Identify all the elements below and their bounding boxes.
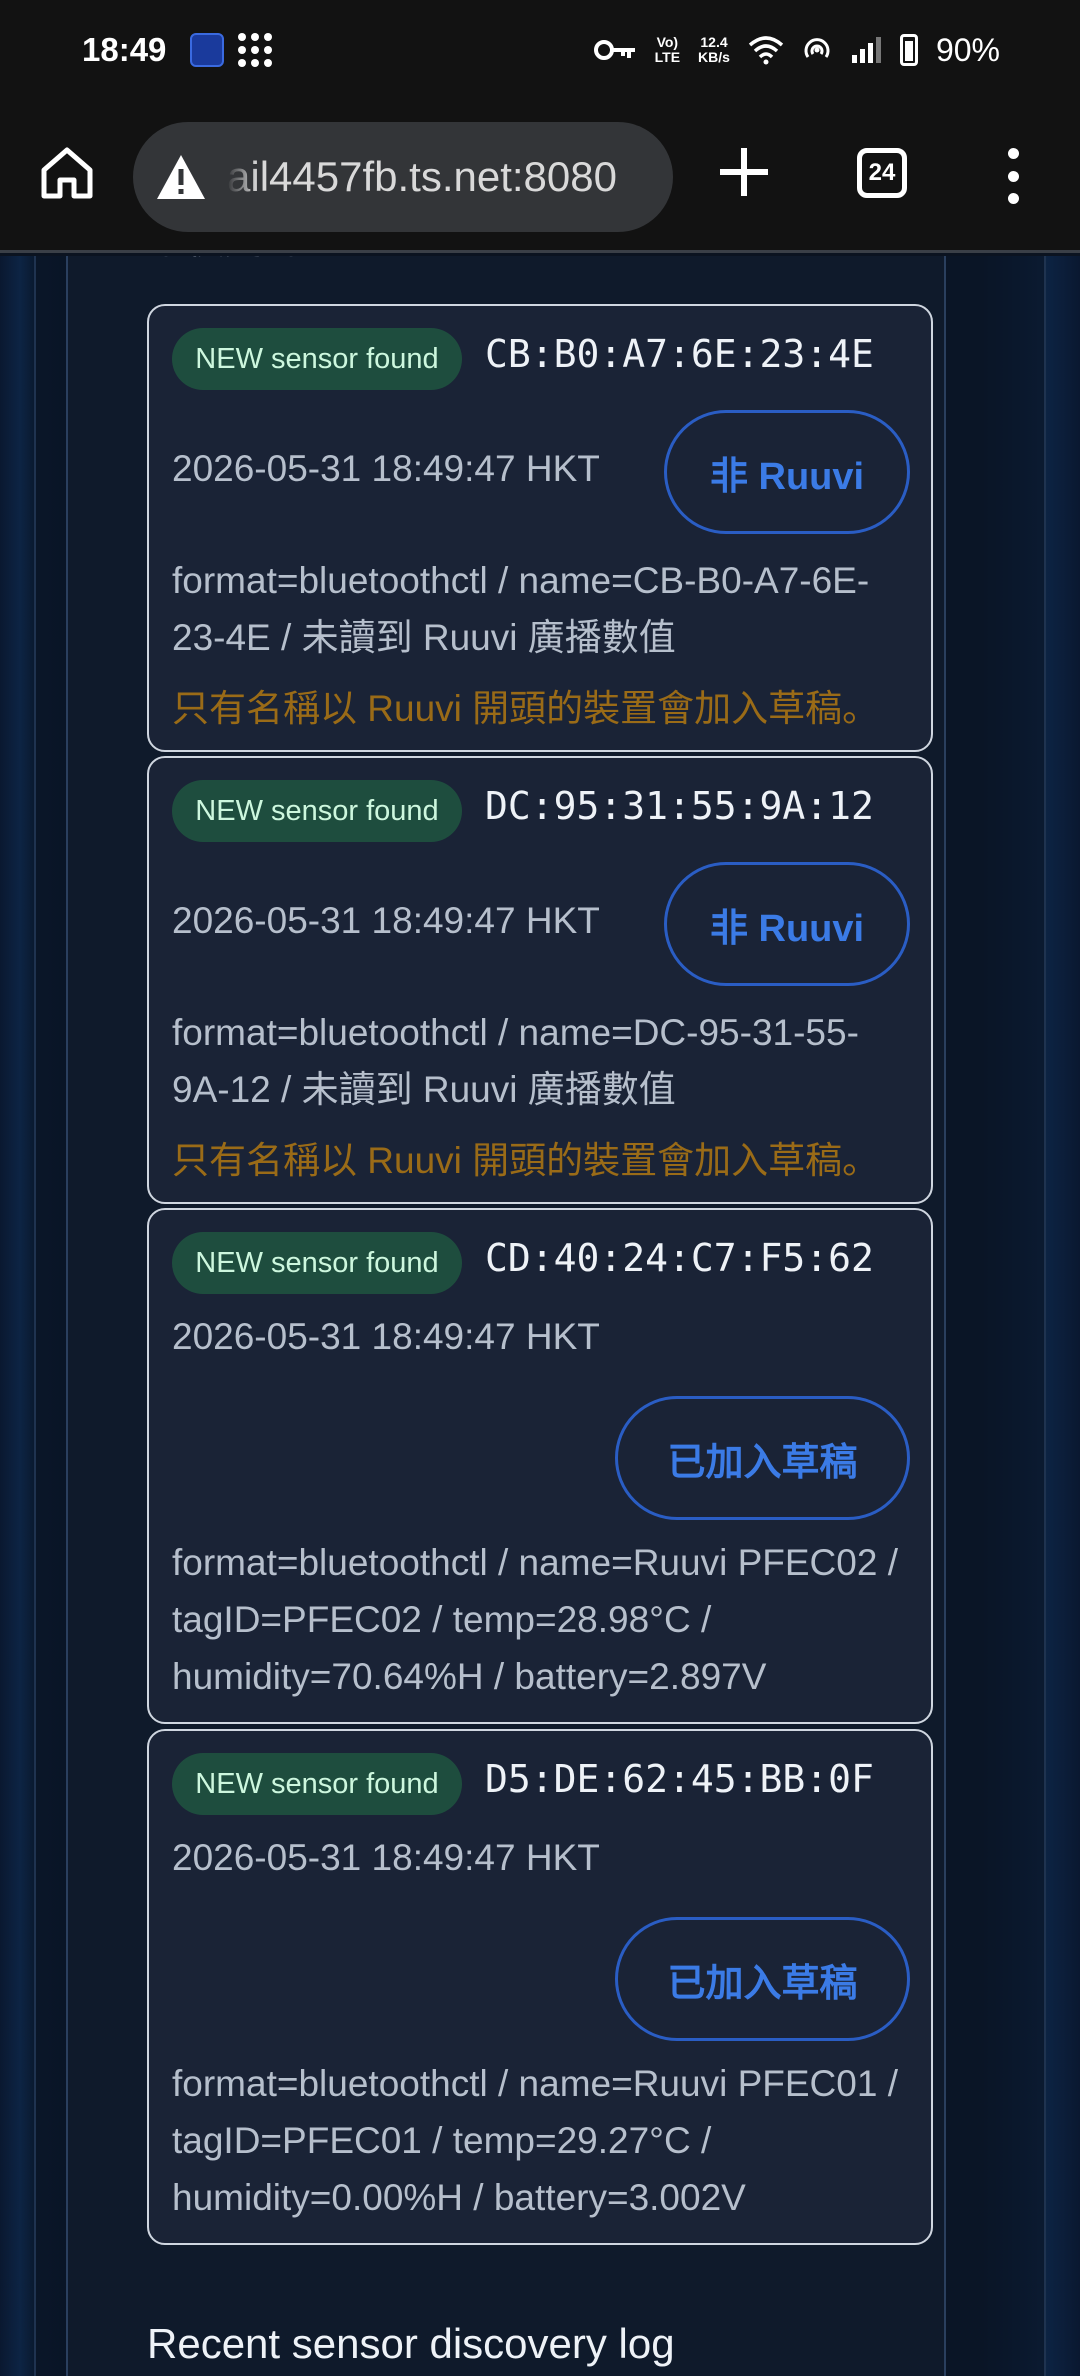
draft-note: 只有名稱以 Ruuvi 開頭的裝置會加入草稿。 — [172, 688, 880, 729]
address-bar[interactable]: ail4457fb.ts.net:8080 — [133, 122, 673, 232]
wifi-icon — [748, 36, 784, 65]
sensor-mac: D5:DE:62:45:BB:0F — [485, 1757, 874, 1801]
added-to-draft-button[interactable]: 已加入草稿 — [615, 1917, 910, 2041]
volte-indicator: Vo) LTE — [654, 34, 681, 65]
sensor-detail: format=bluetoothctl / name=Ruuvi PFEC02 … — [172, 1542, 898, 1697]
sensor-mac: CD:40:24:C7:F5:62 — [485, 1236, 874, 1280]
section-title: Recent sensor discovery log — [147, 2320, 675, 2367]
battery-level: 90% — [935, 31, 1000, 68]
new-sensor-badge: NEW sensor found — [172, 1232, 462, 1294]
status-right: Vo) LTE 12.4 KB/s 90% — [593, 32, 1000, 69]
sensor-card: NEW sensor found CB:B0:A7:6E:23:4E 2026-… — [147, 304, 933, 752]
overflow-menu-icon[interactable] — [1003, 148, 1023, 204]
new-tab-icon[interactable] — [716, 144, 772, 200]
status-time: 18:49 — [82, 31, 167, 68]
sensor-timestamp: 2026-05-31 18:49:47 HKT — [172, 1316, 600, 1357]
non-ruuvi-button[interactable]: 非 Ruuvi — [664, 862, 910, 986]
sensor-detail: format=bluetoothctl / name=Ruuvi PFEC01 … — [172, 2063, 898, 2218]
hotspot-icon — [804, 38, 830, 58]
apps-grid-icon — [238, 33, 273, 67]
new-sensor-badge: NEW sensor found — [172, 1753, 462, 1815]
sensor-card: NEW sensor found D5:DE:62:45:BB:0F 2026-… — [147, 1729, 933, 2245]
browser-toolbar: ail4457fb.ts.net:8080 24 — [0, 100, 1080, 253]
url-text[interactable]: ail4457fb.ts.net:8080 — [227, 153, 617, 201]
new-sensor-badge: NEW sensor found — [172, 328, 462, 390]
signal-icon — [851, 37, 881, 63]
sensor-timestamp: 2026-05-31 18:49:47 HKT — [172, 1837, 600, 1878]
sensor-card: NEW sensor found CD:40:24:C7:F5:62 2026-… — [147, 1208, 933, 1724]
added-to-draft-button[interactable]: 已加入草稿 — [615, 1396, 910, 1520]
non-ruuvi-button[interactable]: 非 Ruuvi — [664, 410, 910, 534]
last-updated-text: 最後更新：2026-05-31 18:49:47 HKT — [150, 256, 763, 264]
battery-icon — [899, 34, 918, 66]
vpn-key-icon — [593, 40, 635, 60]
network-speed: 12.4 KB/s — [698, 34, 730, 65]
status-bar: 18:49 Vo) LTE 12.4 KB/s 90% — [0, 0, 1080, 100]
sensor-mac: CB:B0:A7:6E:23:4E — [485, 332, 874, 376]
sensor-timestamp: 2026-05-31 18:49:47 HKT — [172, 900, 600, 941]
home-icon[interactable] — [38, 144, 96, 202]
draft-note: 只有名稱以 Ruuvi 開頭的裝置會加入草稿。 — [172, 1140, 880, 1181]
tab-switcher-button[interactable]: 24 — [857, 148, 907, 198]
sensor-card: NEW sensor found DC:95:31:55:9A:12 2026-… — [147, 756, 933, 1204]
not-secure-warning-icon[interactable] — [155, 151, 207, 203]
sensor-mac: DC:95:31:55:9A:12 — [485, 784, 874, 828]
app-notification-icon — [190, 33, 225, 67]
page-content[interactable]: 最後更新：2026-05-31 18:49:47 HKT NEW sensor … — [0, 256, 1080, 2376]
new-sensor-badge: NEW sensor found — [172, 780, 462, 842]
sensor-detail: format=bluetoothctl / name=DC-95-31-55-9… — [172, 1012, 859, 1110]
sensor-detail: format=bluetoothctl / name=CB-B0-A7-6E-2… — [172, 560, 870, 658]
sensor-timestamp: 2026-05-31 18:49:47 HKT — [172, 448, 600, 489]
